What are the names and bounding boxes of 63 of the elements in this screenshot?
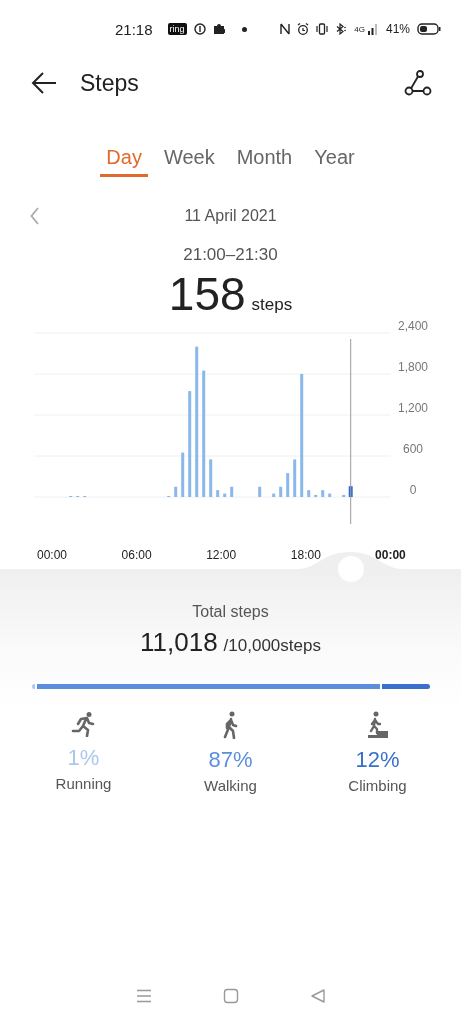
chart-bar xyxy=(258,486,262,497)
step-unit: steps xyxy=(251,295,293,315)
chart-bar xyxy=(342,494,346,497)
activity-label: Climbing xyxy=(348,777,407,794)
route-button[interactable] xyxy=(403,69,433,97)
y-axis-label: 2,400 xyxy=(398,319,428,333)
x-axis-label: 18:00 xyxy=(290,548,321,562)
x-axis-label: 12:00 xyxy=(206,548,237,562)
chart-bar xyxy=(223,493,227,497)
signal-icon xyxy=(366,23,379,35)
x-axis-label: 00:00 xyxy=(37,548,67,562)
activity-label: Running xyxy=(55,775,112,792)
date-label: 11 April 2021 xyxy=(184,207,277,225)
y-axis-label: 600 xyxy=(403,442,423,456)
activity-label: Walking xyxy=(204,777,257,794)
battery-percent: 41% xyxy=(385,22,410,36)
total-label: Total steps xyxy=(192,603,269,621)
period-tab[interactable]: Week xyxy=(157,137,221,177)
app-badge: ring xyxy=(167,23,187,35)
chart-bar xyxy=(293,459,297,497)
bluetooth-icon xyxy=(335,23,348,35)
period-tab[interactable]: Year xyxy=(308,137,361,177)
vibrate-icon xyxy=(316,23,329,35)
x-axis-label: 06:00 xyxy=(121,548,152,562)
puzzle-icon xyxy=(212,23,225,35)
notification-icon xyxy=(193,23,206,35)
time-range: 21:00–21:30 xyxy=(182,245,279,265)
x-axis-label: 00:00 xyxy=(375,548,406,562)
step-goal: /10,000steps xyxy=(223,636,321,656)
chart-bar xyxy=(209,459,213,497)
activity-percent: 12% xyxy=(355,747,400,773)
stair-climber-icon xyxy=(365,711,390,739)
step-count: 158 xyxy=(168,267,246,321)
period-tab[interactable]: Day xyxy=(100,137,148,177)
chart-bar xyxy=(272,493,276,497)
network-label: 4G xyxy=(354,24,365,34)
chart-bar xyxy=(230,486,234,497)
chart-bar xyxy=(328,493,332,497)
runner-icon xyxy=(70,711,97,737)
activity-percent: 87% xyxy=(208,747,253,773)
chart-bar xyxy=(314,494,318,497)
chart-bar xyxy=(216,490,220,497)
y-axis-label: 1,200 xyxy=(398,401,428,415)
back-button[interactable] xyxy=(30,71,58,95)
period-tab[interactable]: Month xyxy=(230,137,299,177)
total-steps: 11,018 xyxy=(140,627,218,658)
chart-bar xyxy=(181,452,185,497)
nfc-icon xyxy=(280,23,291,35)
chart-bar xyxy=(307,490,311,497)
chart-bar xyxy=(286,473,290,497)
activity-percent: 1% xyxy=(67,745,100,771)
dot-icon xyxy=(241,26,247,32)
battery-icon xyxy=(417,23,441,35)
status-time: 21:18 xyxy=(115,20,153,38)
previous-day-button[interactable] xyxy=(30,207,40,225)
chart-bar xyxy=(279,486,283,497)
y-axis-label: 1,800 xyxy=(398,360,428,374)
y-axis-label: 0 xyxy=(409,483,417,497)
chart-bar xyxy=(321,490,325,497)
chart-bar xyxy=(174,486,178,497)
alarm-icon xyxy=(297,23,310,35)
page-title: Steps xyxy=(80,69,139,97)
chart-bar xyxy=(348,486,353,497)
